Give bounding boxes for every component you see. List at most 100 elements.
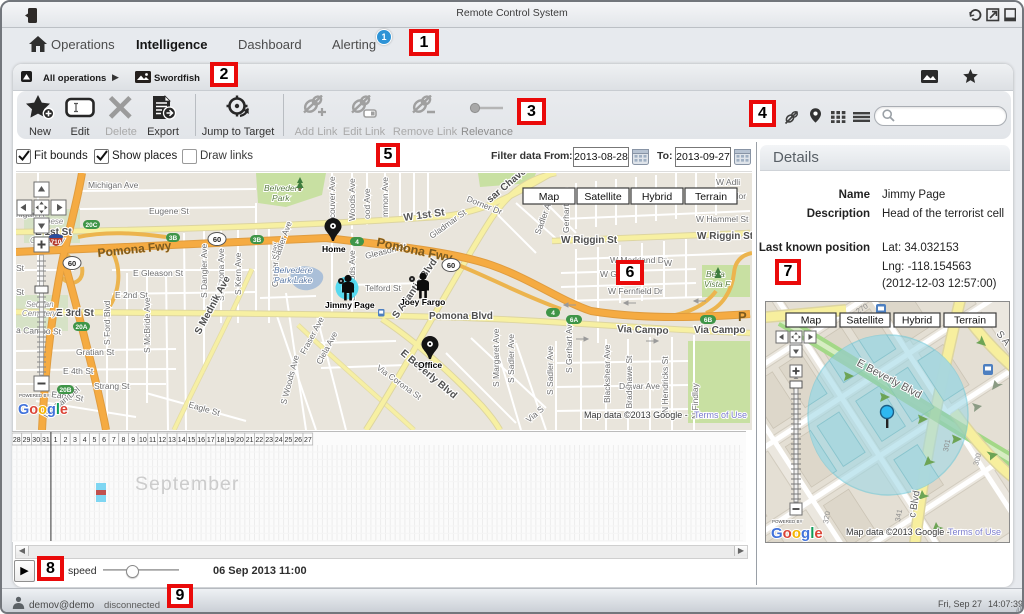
svg-text:3B: 3B (169, 235, 178, 242)
svg-text:Park: Park (272, 193, 290, 203)
svg-text:Hybrid: Hybrid (902, 315, 933, 327)
svg-text:E 3rd St: E 3rd St (56, 308, 94, 319)
svg-text:POWERED BY: POWERED BY (772, 519, 803, 524)
svg-text:Michigan Ave: Michigan Ave (88, 180, 139, 190)
svg-text:POWERED BY: POWERED BY (19, 393, 50, 398)
svg-text:Park Lake: Park Lake (274, 275, 313, 285)
svg-text:15: 15 (188, 437, 196, 444)
svg-text:19: 19 (226, 437, 234, 444)
svg-text:Joey Fargo: Joey Fargo (400, 297, 445, 307)
svg-text:60: 60 (213, 235, 221, 244)
svg-text:S McBride Ave: S McBride Ave (142, 297, 152, 353)
svg-text:W Riggin St: W Riggin St (561, 235, 618, 246)
svg-text:Via Campo: Via Campo (694, 325, 746, 336)
svg-text:20C: 20C (86, 222, 98, 229)
svg-text:60: 60 (68, 259, 76, 268)
svg-text:2: 2 (63, 437, 67, 444)
svg-text:17: 17 (207, 437, 215, 444)
svg-text:S Kern Ave: S Kern Ave (233, 252, 243, 295)
svg-text:September: September (135, 473, 239, 495)
svg-text:28: 28 (13, 437, 21, 444)
svg-text:Pomona Blvd: Pomona Blvd (429, 311, 493, 322)
svg-text:S Sadler Ave: S Sadler Ave (545, 346, 555, 395)
svg-text:18: 18 (217, 437, 225, 444)
svg-text:31: 31 (42, 437, 50, 444)
svg-text:29: 29 (23, 437, 31, 444)
svg-text:Home: Home (322, 244, 346, 254)
svg-text:S Margaret Ave: S Margaret Ave (491, 328, 501, 387)
svg-text:16: 16 (197, 437, 205, 444)
svg-text:60: 60 (447, 261, 455, 270)
svg-text:S Sadler Ave: S Sadler Ave (506, 334, 516, 383)
svg-text:6B: 6B (704, 317, 713, 324)
svg-text:14: 14 (178, 437, 186, 444)
svg-text:5: 5 (92, 437, 96, 444)
svg-text:ood Ave: ood Ave (362, 188, 372, 219)
svg-text:W Hammel St: W Hammel St (696, 214, 749, 224)
svg-text:21: 21 (246, 437, 254, 444)
svg-text:12: 12 (158, 437, 166, 444)
svg-text:Terrain: Terrain (954, 315, 986, 327)
svg-text:Terms of Use: Terms of Use (948, 527, 1001, 537)
svg-text:Google: Google (771, 525, 823, 542)
svg-text:W Riggin St: W Riggin St (697, 231, 752, 242)
svg-text:Google: Google (18, 402, 68, 418)
svg-text:30: 30 (32, 437, 40, 444)
svg-text:Map: Map (801, 315, 822, 327)
svg-text:Jimmy Page: Jimmy Page (325, 300, 375, 310)
svg-text:St: St (16, 263, 25, 273)
svg-text:27: 27 (304, 437, 312, 444)
svg-text:Hybrid: Hybrid (642, 191, 673, 203)
svg-text:22: 22 (255, 437, 263, 444)
svg-text:Terms of Use: Terms of Use (694, 410, 747, 420)
svg-text:Terrain: Terrain (695, 191, 727, 203)
svg-text:10: 10 (139, 437, 147, 444)
svg-text:25: 25 (285, 437, 293, 444)
svg-text:8: 8 (122, 437, 126, 444)
svg-text:S Ford Blvd: S Ford Blvd (102, 300, 112, 345)
svg-text:6: 6 (102, 437, 106, 444)
svg-text:4: 4 (83, 437, 87, 444)
svg-text:Vista F: Vista F (704, 279, 731, 289)
svg-text:ncouver Ave: ncouver Ave (327, 176, 337, 223)
svg-text:710: 710 (51, 239, 62, 246)
svg-text:N Bradshawe St: N Bradshawe St (624, 355, 634, 417)
svg-text:Via Campo: Via Campo (617, 324, 669, 337)
svg-text:4: 4 (355, 239, 359, 246)
svg-text:Belvedere: Belvedere (274, 265, 313, 275)
svg-text:Blackshear Ave: Blackshear Ave (602, 344, 612, 403)
svg-text:6A: 6A (570, 317, 579, 324)
svg-text:W Adli: W Adli (716, 177, 740, 187)
svg-text:Satellite: Satellite (584, 191, 622, 203)
svg-text:9: 9 (131, 437, 135, 444)
svg-text:Telford St: Telford St (365, 283, 402, 293)
svg-text:S Gerhart Ave: S Gerhart Ave (564, 319, 574, 373)
svg-text:E 4th St: E 4th St (63, 366, 94, 376)
svg-text:Satellite: Satellite (846, 315, 884, 327)
svg-text:24: 24 (275, 437, 283, 444)
svg-text:Office: Office (418, 360, 442, 370)
svg-text:3: 3 (73, 437, 77, 444)
svg-text:20B: 20B (60, 387, 72, 394)
svg-text:P: P (738, 309, 747, 324)
svg-text:1: 1 (54, 437, 58, 444)
svg-text:Map data ©2013 Google -: Map data ©2013 Google - (846, 527, 950, 537)
svg-text:W Fernfield Dr: W Fernfield Dr (608, 286, 663, 296)
svg-text:Map data ©2013 Google -: Map data ©2013 Google - (584, 410, 688, 420)
svg-text:23: 23 (265, 437, 273, 444)
svg-text:S Dangler Ave: S Dangler Ave (199, 244, 209, 298)
svg-text:7: 7 (112, 437, 116, 444)
svg-text:20A: 20A (76, 324, 88, 331)
svg-text:20: 20 (236, 437, 244, 444)
svg-text:Gratian St: Gratian St (76, 347, 115, 357)
svg-text:mmon Ave: mmon Ave (380, 177, 390, 217)
svg-text:Eugene St: Eugene St (149, 206, 189, 216)
svg-text:Strang St: Strang St (94, 381, 130, 391)
svg-text:13: 13 (168, 437, 176, 444)
svg-text:N Hendricks St: N Hendricks St (660, 356, 670, 413)
svg-text:E Gleason St: E Gleason St (133, 268, 184, 278)
svg-text:Woods Ave: Woods Ave (347, 178, 357, 221)
svg-text:St: St (16, 287, 25, 297)
svg-text:4: 4 (551, 310, 555, 317)
svg-text:26: 26 (294, 437, 302, 444)
